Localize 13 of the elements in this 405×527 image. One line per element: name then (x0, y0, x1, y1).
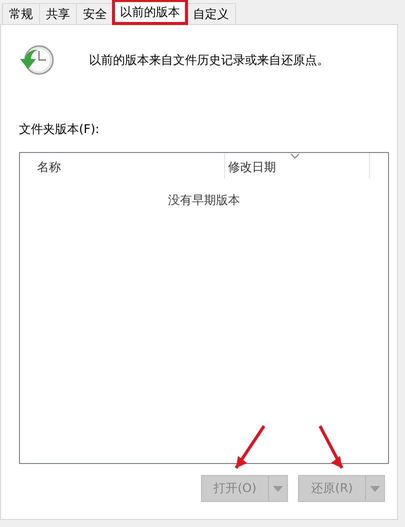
column-header[interactable]: 修改日期 (225, 153, 370, 178)
tab[interactable]: 以前的版本 (113, 0, 187, 24)
dropdown-caret-icon (370, 486, 380, 492)
restore-clock-icon (19, 43, 55, 77)
list-label: 文件夹版本(F): (19, 121, 100, 138)
sort-caret-icon (290, 153, 300, 159)
tab[interactable]: 常规 (2, 3, 40, 24)
versions-list[interactable]: 名称 修改日期 没有早期版本 (19, 152, 389, 464)
empty-message: 没有早期版本 (168, 192, 240, 209)
info-text: 以前的版本来自文件历史记录或来自还原点。 (89, 52, 329, 68)
dropdown-caret-icon (273, 486, 283, 492)
tab[interactable]: 自定义 (186, 3, 236, 24)
column-header[interactable]: 名称 (20, 153, 225, 178)
